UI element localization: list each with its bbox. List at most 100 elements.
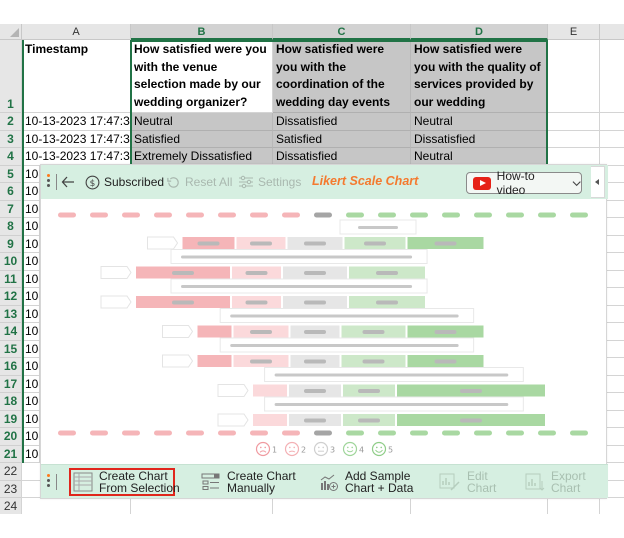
select-all-corner[interactable] [0,24,22,40]
row-header-21[interactable]: 21 [0,445,22,463]
cell-a21[interactable]: 10- [22,445,40,463]
edit-chart-button[interactable]: Edit Chart [439,465,496,499]
cell-a6[interactable]: 10- [22,183,40,201]
cell-b4[interactable]: Extremely Dissatisfied [131,148,273,166]
row-header-23[interactable]: 23 [0,480,22,498]
export-chart-button[interactable]: Export Chart [525,465,586,499]
row-category-label-box [147,236,179,250]
column-header-e[interactable]: E [548,24,600,40]
bottom-dash-mark [346,430,364,436]
create-manually-line2: Manually [227,481,276,495]
create-chart-from-selection-button[interactable]: Create Chart From Selection [73,465,180,499]
cell-a2[interactable]: 10-13-2023 17:47:33 [22,113,131,131]
cell-a11[interactable]: 10- [22,270,40,288]
row-header-22[interactable]: 22 [0,463,22,481]
row-header-11[interactable]: 11 [0,270,22,288]
row-label-placeholder [230,314,459,318]
legend-label: 4 [359,446,364,455]
cell-a1[interactable]: Timestamp [22,40,131,113]
row-header-7[interactable]: 7 [0,200,22,218]
cell-d1[interactable]: How satisfied were you with the quality … [411,40,548,113]
subscribed-button[interactable]: $ Subscribed [85,165,164,199]
column-header-a[interactable]: A [22,24,131,40]
cell-a10[interactable]: 10- [22,253,40,271]
cell-a12[interactable]: 10- [22,288,40,306]
cell-c4[interactable]: Dissatisfied [273,148,411,166]
row-header-4[interactable]: 4 [0,148,22,166]
cell-d3[interactable]: Dissatisfied [411,130,548,148]
cell-a15[interactable]: 10- [22,340,40,358]
row-header-9[interactable]: 9 [0,235,22,253]
row-header-10[interactable]: 10 [0,253,22,271]
cell-a18[interactable]: 10- [22,393,40,411]
row-header-15[interactable]: 15 [0,340,22,358]
row-header-20[interactable]: 20 [0,428,22,446]
row-header-2[interactable]: 2 [0,113,22,131]
chart-export-icon [525,473,545,491]
cell-a3[interactable]: 10-13-2023 17:47:33 [22,130,131,148]
add-sample-chart-button[interactable]: Add Sample Chart + Data [319,465,413,499]
create-from-selection-line2: From Selection [99,481,180,495]
row-header-24[interactable]: 24 [0,498,22,514]
cell-b2[interactable]: Neutral [131,113,273,131]
cell-a4[interactable]: 10-13-2023 17:47:33 [22,148,131,166]
chart-add-icon [320,474,338,491]
top-dash-mark [186,212,204,218]
row-header-6[interactable]: 6 [0,183,22,201]
bottom-dash-mark [442,430,460,436]
top-dash-mark [378,212,396,218]
row-header-16[interactable]: 16 [0,358,22,376]
cell-a14[interactable]: 10- [22,323,40,341]
cell-c2[interactable]: Dissatisfied [273,113,411,131]
back-button[interactable] [61,165,75,199]
how-to-video-dropdown[interactable]: How-to video [466,169,582,197]
column-header-c[interactable]: C [273,24,411,40]
cell-d4[interactable]: Neutral [411,148,548,166]
column-header-b[interactable]: B [131,24,273,40]
column-header-d[interactable]: D [411,24,548,40]
row-category-label-box [217,413,249,427]
cell-a19[interactable]: 10- [22,410,40,428]
bottom-dash-mark [250,430,268,436]
how-to-video-label: How-to video [496,169,535,197]
cell-d2[interactable]: Neutral [411,113,548,131]
row-header-3[interactable]: 3 [0,130,22,148]
svg-text:$: $ [90,178,96,188]
cell-a16[interactable]: 10- [22,358,40,376]
row-header-18[interactable]: 18 [0,393,22,411]
bottom-dash-mark [378,430,396,436]
segment-value-placeholder [304,300,326,305]
cell-a8[interactable]: 10- [22,218,40,236]
row-header-8[interactable]: 8 [0,218,22,236]
dollar-circle-icon: $ [85,175,100,189]
cell-a9[interactable]: 10- [22,235,40,253]
row-header-13[interactable]: 13 [0,305,22,323]
cell-a13[interactable]: 10- [22,305,40,323]
collapse-panel-button[interactable] [591,166,605,198]
row-header-12[interactable]: 12 [0,288,22,306]
cell-a5[interactable]: 10- [22,165,40,183]
cell-c1[interactable]: How satisfied were you with the coordina… [273,40,411,113]
cell-c3[interactable]: Satisfied [273,130,411,148]
row-header-5[interactable]: 5 [0,165,22,183]
row-header-19[interactable]: 19 [0,410,22,428]
row-header-14[interactable]: 14 [0,323,22,341]
form-rows-icon [201,473,220,490]
cell-a7[interactable]: 10- [22,200,40,218]
happy-face-icon [371,441,387,457]
column-header-f[interactable] [600,24,624,40]
cell-a20[interactable]: 10- [22,428,40,446]
segment-value-placeholder [358,418,380,423]
create-chart-manually-button[interactable]: Create Chart Manually [201,465,296,499]
top-dash-mark [250,212,268,218]
cell-a17[interactable]: 10- [22,375,40,393]
reset-all-button[interactable]: Reset All [166,165,232,199]
drag-handle-icon[interactable] [47,474,51,489]
drag-handle-icon[interactable] [47,174,51,189]
segment-value-placeholder [304,389,326,393]
settings-button[interactable]: Settings [238,165,301,199]
row-header-1[interactable]: 1 [0,40,22,113]
cell-b3[interactable]: Satisfied [131,130,273,148]
cell-b1[interactable]: How satisfied were you with the venue se… [131,40,273,113]
row-header-17[interactable]: 17 [0,375,22,393]
